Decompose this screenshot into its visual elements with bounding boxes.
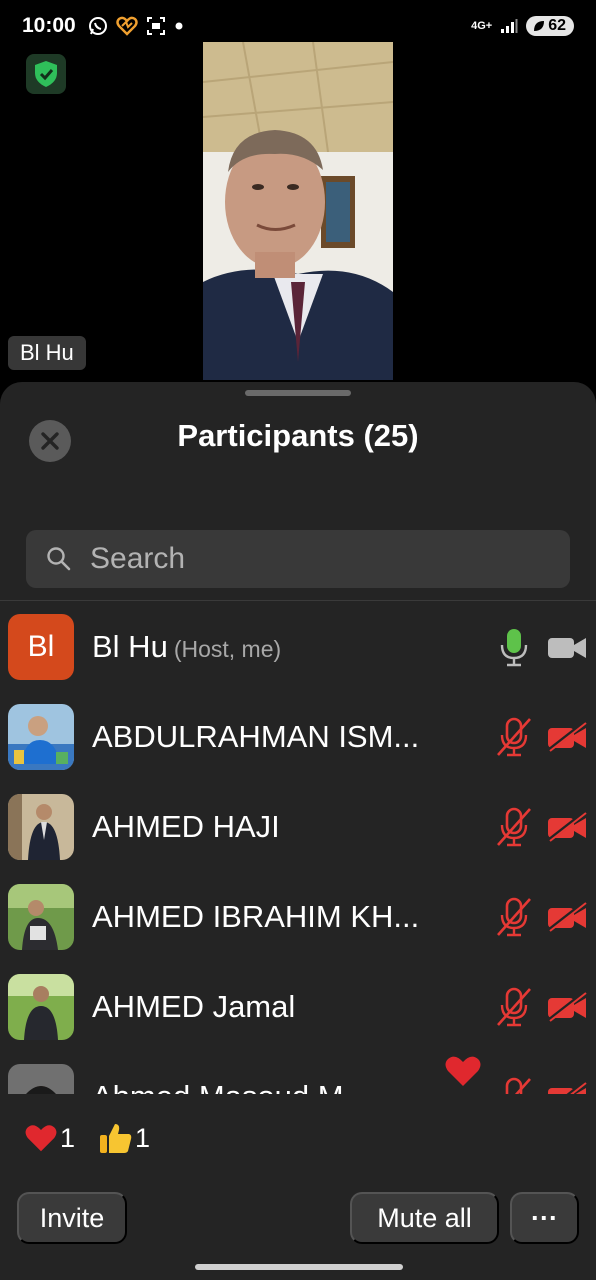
dot-icon <box>175 22 183 30</box>
participant-role: (Host, me) <box>173 636 282 662</box>
invite-button[interactable]: Invite <box>17 1192 127 1244</box>
participant-row[interactable]: Bl Bl Hu (Host, me) <box>0 602 596 692</box>
panel-title: Participants (25) <box>177 418 419 453</box>
mute-all-button[interactable]: Mute all <box>350 1192 499 1244</box>
mic-muted-icon[interactable] <box>496 987 532 1027</box>
participant-name-wrap: Bl Hu (Host, me) <box>92 629 281 665</box>
avatar <box>8 1064 74 1094</box>
status-time: 10:00 <box>22 14 76 37</box>
video-feed[interactable] <box>203 42 393 380</box>
battery-level: 62 <box>548 17 566 34</box>
status-right: 4G+ 62 <box>471 16 574 36</box>
heart-icon <box>445 1056 481 1086</box>
network-type: 4G+ <box>471 20 493 32</box>
camera-off-icon[interactable] <box>546 991 588 1023</box>
notification-icons <box>88 16 184 36</box>
battery-indicator: 62 <box>526 16 574 36</box>
microphone-icon[interactable] <box>496 627 532 667</box>
participant-row[interactable]: AHMED IBRAHIM KH... <box>0 872 596 962</box>
camera-icon[interactable] <box>546 631 588 663</box>
participant-row[interactable]: AHMED HAJI <box>0 782 596 872</box>
participant-name: Bl Hu <box>92 629 168 664</box>
divider <box>0 600 596 601</box>
avatar <box>8 794 74 860</box>
home-indicator[interactable] <box>195 1264 403 1270</box>
leaf-icon <box>534 21 545 31</box>
camera-off-icon[interactable] <box>546 811 588 843</box>
participant-row[interactable]: Ahmed Masoud M... <box>0 1052 596 1094</box>
heart-outline-icon <box>116 16 138 36</box>
video-frame <box>203 42 393 380</box>
video-name-tag: Bl Hu <box>8 336 86 370</box>
reaction-summary: 1 1 <box>24 1122 150 1154</box>
participant-row[interactable]: ABDULRAHMAN ISM... <box>0 692 596 782</box>
reaction-heart: 1 <box>24 1123 75 1154</box>
avatar <box>8 704 74 770</box>
mic-muted-icon[interactable] <box>496 1077 532 1094</box>
drag-handle[interactable] <box>245 390 351 396</box>
reaction-count: 1 <box>60 1122 76 1153</box>
search-icon <box>47 547 71 571</box>
camera-off-icon[interactable] <box>546 721 588 753</box>
reaction-thumbs-up: 1 <box>99 1122 150 1154</box>
participant-name: AHMED Jamal <box>92 989 296 1024</box>
participant-list[interactable]: Bl Bl Hu (Host, me) ABDULRAHMAN ISM... AH… <box>0 602 596 1094</box>
camera-off-icon[interactable] <box>546 1081 588 1094</box>
screenshot-icon <box>146 17 165 35</box>
search-bar[interactable] <box>26 530 570 588</box>
camera-off-icon[interactable] <box>546 901 588 933</box>
avatar <box>8 884 74 950</box>
avatar <box>8 974 74 1040</box>
participant-name: Ahmed Masoud M... <box>92 1079 369 1094</box>
signal-icon <box>501 19 518 33</box>
mic-muted-icon[interactable] <box>496 897 532 937</box>
mic-muted-icon[interactable] <box>496 807 532 847</box>
participant-name: ABDULRAHMAN ISM... <box>92 719 420 754</box>
participants-sheet: Participants (25) Bl Bl Hu(Host, me) ABD… <box>0 382 596 1280</box>
reaction-count: 1 <box>135 1122 151 1153</box>
avatar: Bl <box>8 614 74 680</box>
participant-name: AHMED IBRAHIM KH... <box>92 899 420 934</box>
participant-name: AHMED HAJI <box>92 809 280 844</box>
panel-footer: 1 1 Invite Mute all ··· <box>0 1094 596 1280</box>
thumbs-up-icon <box>100 1124 132 1153</box>
encryption-shield-icon[interactable] <box>26 54 66 94</box>
search-input[interactable] <box>90 542 510 576</box>
whatsapp-icon <box>88 17 107 35</box>
more-options-button[interactable]: ··· <box>510 1192 579 1244</box>
mic-muted-icon[interactable] <box>496 717 532 757</box>
participant-row[interactable]: AHMED Jamal <box>0 962 596 1052</box>
heart-icon <box>25 1125 57 1152</box>
